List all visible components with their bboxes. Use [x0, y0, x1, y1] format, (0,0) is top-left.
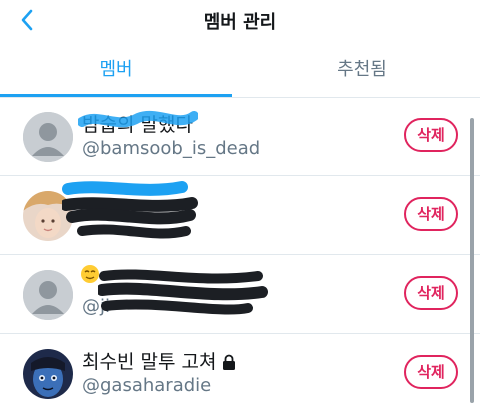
scribble-redaction [62, 181, 198, 239]
page-title: 멤버 관리 [203, 12, 277, 33]
member-row[interactable]: 최수빈 말투 고쳐 @gasaharadie 삭제 [0, 335, 480, 409]
default-profile-icon [23, 112, 73, 162]
default-profile-icon [23, 270, 73, 320]
member-name-text: 최수빈 말투 고쳐 [82, 351, 217, 373]
member-row[interactable]: 밤숩의 말했다 @bamsoob_is_dead 삭제 [0, 98, 480, 176]
member-row[interactable]: 삭제 [0, 177, 480, 255]
member-row[interactable]: @ji 삭제 [0, 256, 480, 334]
tab-recommended[interactable]: 추천됨 [246, 46, 478, 98]
tab-members[interactable]: 멤버 [0, 46, 232, 98]
delete-button[interactable]: 삭제 [404, 118, 458, 152]
member-handle: @bamsoob_is_dead [82, 138, 261, 159]
member-handle: @gasaharadie [82, 375, 212, 396]
default-avatar [23, 270, 73, 320]
member-name: 최수빈 말투 고쳐 [82, 347, 236, 374]
delete-button[interactable]: 삭제 [404, 276, 458, 310]
tab-bar: 멤버 추천됨 [0, 46, 480, 98]
scribble-redaction [98, 269, 268, 315]
lock-icon [223, 354, 236, 370]
active-tab-indicator [0, 94, 232, 97]
profile-photo [23, 349, 73, 399]
default-avatar [23, 112, 73, 162]
scribble-redaction [78, 110, 198, 128]
delete-button[interactable]: 삭제 [404, 355, 458, 389]
delete-button[interactable]: 삭제 [404, 197, 458, 231]
emoji-icon [81, 265, 99, 283]
header: 멤버 관리 [0, 0, 480, 40]
scrollbar[interactable] [470, 118, 474, 403]
member-photo-avatar [23, 349, 73, 399]
